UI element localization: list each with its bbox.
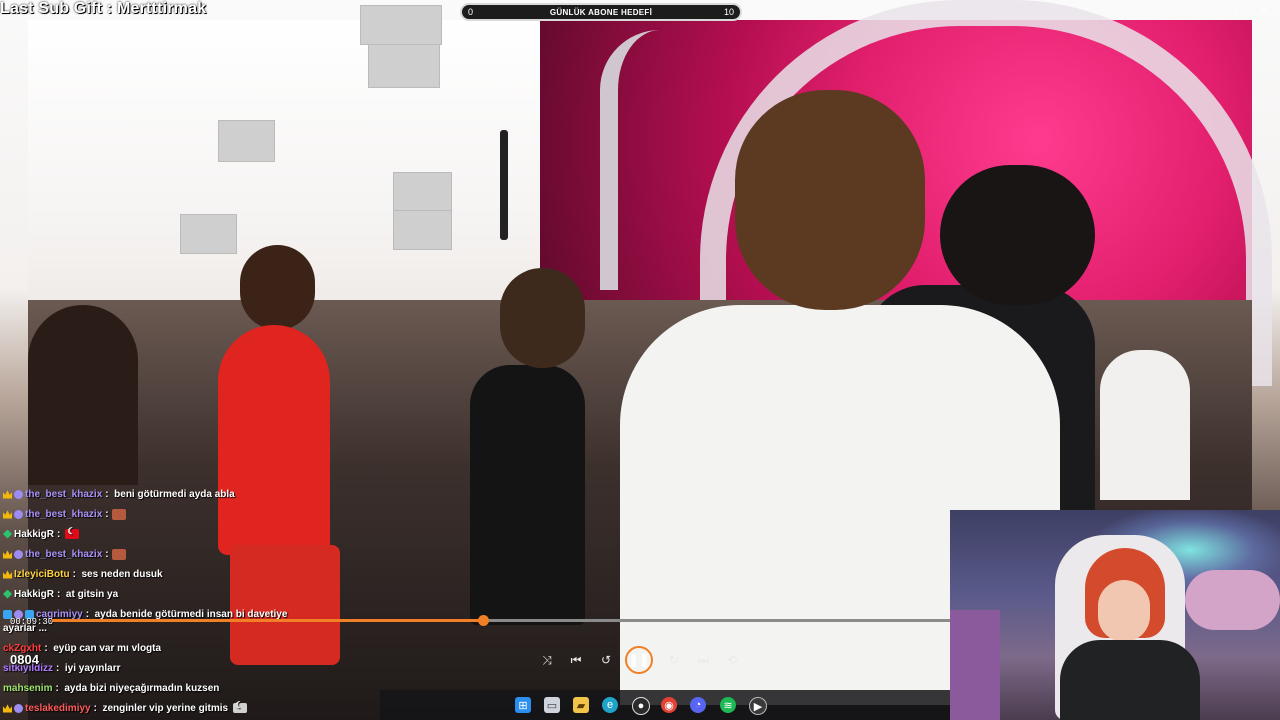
- moon-badge-icon: [14, 509, 23, 519]
- pause-icon: ❚❚: [628, 652, 650, 667]
- pause-button[interactable]: ❚❚: [625, 646, 653, 674]
- chat-message: the_best_khazix:: [3, 546, 126, 562]
- rewind-button[interactable]: ↺: [594, 648, 618, 672]
- chat-text: ayda benide götürmedi insan bi davetiye: [94, 608, 288, 620]
- spotify-icon[interactable]: ≋: [720, 697, 736, 713]
- chat-overlay: the_best_khazix: beni götürmedi ayda abl…: [0, 472, 360, 720]
- chat-username[interactable]: IzleyiciBotu: [14, 569, 70, 580]
- streamer-face: [1098, 580, 1150, 642]
- obs-icon[interactable]: ●: [632, 697, 650, 715]
- blurred-region: [393, 172, 452, 212]
- speaker-pole: [500, 130, 508, 240]
- gem-badge-icon: [3, 589, 12, 599]
- person: [735, 90, 925, 310]
- crown-badge-icon: [3, 510, 12, 519]
- chat-username[interactable]: the_best_khazix: [25, 509, 102, 520]
- person: [500, 268, 585, 368]
- chat-text: eyüp can var mı vlogta: [53, 642, 162, 654]
- windows-start-icon[interactable]: ⊞: [515, 697, 531, 713]
- chat-text: zenginler vip yerine gitmis: [102, 702, 229, 714]
- chrome-icon[interactable]: ◉: [661, 697, 677, 713]
- close-button[interactable]: ✕: [1248, 0, 1280, 20]
- elapsed-time: 00:09:30: [10, 617, 54, 627]
- blurred-region: [180, 214, 237, 254]
- plush-toys: [1185, 570, 1280, 630]
- chat-message: the_best_khazix:: [3, 506, 126, 522]
- chat-username[interactable]: HakkigR: [14, 589, 54, 600]
- chat-text: iyi yayınlarr: [64, 662, 121, 674]
- seek-thumb[interactable]: [478, 615, 490, 626]
- streamer-body: [1060, 640, 1200, 720]
- forward-30-icon: ↻: [668, 653, 680, 667]
- shuffle-button[interactable]: ⤨: [535, 648, 559, 672]
- chat-message: IzleyiciBotu: ses neden dusuk: [3, 566, 163, 582]
- media-player-icon[interactable]: ▶: [749, 697, 767, 715]
- person: [28, 305, 138, 485]
- chat-text: beni götürmedi ayda abla: [114, 488, 235, 500]
- chat-username[interactable]: the_best_khazix: [25, 549, 102, 560]
- next-icon: ⏭: [697, 652, 709, 667]
- shuffle-icon: ⤨: [542, 652, 552, 667]
- chat-username[interactable]: teslakedimiyy: [25, 703, 91, 714]
- sub-goal-bar: 0 GÜNLÜK ABONE HEDEFİ 10: [460, 3, 742, 21]
- crown-badge-icon: [3, 704, 12, 713]
- next-button[interactable]: ⏭: [691, 648, 715, 672]
- chat-text: at gitsin ya: [65, 588, 119, 600]
- last-sub-gift-title: Last Sub Gift : Mertttirmak: [0, 0, 207, 17]
- flag-icon: [233, 700, 248, 713]
- chat-message: teslakedimiyy: zenginler vip yerine gitm…: [3, 700, 248, 716]
- emote-icon: [111, 508, 126, 520]
- chat-text: ses neden dusuk: [81, 568, 163, 580]
- gem-badge-icon: [3, 529, 12, 539]
- emote-icon: [111, 548, 126, 560]
- sub-goal-target: 10: [723, 7, 734, 17]
- seek-bar[interactable]: [52, 615, 950, 626]
- chat-message: mahsenim: ayda bizi niyeçağırmadın kuzse…: [3, 682, 220, 694]
- moon-badge-icon: [14, 549, 23, 559]
- crown-badge-icon: [3, 570, 12, 579]
- file-explorer-icon[interactable]: ▰: [573, 697, 589, 713]
- person: [240, 245, 315, 330]
- task-view-icon[interactable]: ▭: [544, 697, 560, 713]
- blurred-region: [368, 44, 440, 88]
- sub-goal-current: 0: [468, 7, 474, 17]
- blurred-region: [393, 210, 452, 250]
- moon-badge-icon: [14, 703, 23, 713]
- previous-button[interactable]: ⏮: [564, 648, 588, 672]
- clock-readout: 0804: [10, 652, 39, 667]
- window-controls: — ❐ ✕: [1184, 0, 1280, 20]
- chat-username[interactable]: HakkigR: [14, 529, 54, 540]
- discord-icon[interactable]: ◔: [690, 697, 706, 713]
- blurred-region: [360, 5, 442, 45]
- person: [1100, 350, 1190, 500]
- previous-icon: ⏮: [570, 652, 582, 667]
- edge-icon[interactable]: e: [602, 697, 618, 713]
- chat-message: HakkigR: at gitsin ya: [3, 586, 118, 602]
- chat-username[interactable]: mahsenim: [3, 683, 52, 694]
- forward-button[interactable]: ↻: [662, 648, 686, 672]
- person-black-shirt: [470, 365, 585, 625]
- stage-arch-left: [600, 30, 738, 290]
- moon-badge-icon: [14, 489, 23, 499]
- repeat-off-icon: ⟲: [726, 653, 738, 667]
- chat-message: the_best_khazix: beni götürmedi ayda abl…: [3, 486, 235, 502]
- blurred-region: [218, 120, 275, 162]
- person: [940, 165, 1095, 305]
- chat-username[interactable]: the_best_khazix: [25, 489, 102, 500]
- maximize-button[interactable]: ❐: [1216, 0, 1248, 20]
- crown-badge-icon: [3, 490, 12, 499]
- chat-message: HakkigR:: [3, 526, 80, 542]
- repeat-button[interactable]: ⟲: [720, 648, 744, 672]
- seek-bar-fill: [52, 619, 484, 622]
- sub-goal-label: GÜNLÜK ABONE HEDEFİ: [549, 7, 653, 17]
- shelf: [950, 610, 1000, 720]
- turkish-flag-icon: [65, 526, 80, 539]
- minimize-button[interactable]: —: [1184, 0, 1216, 20]
- rewind-10-icon: ↺: [600, 653, 612, 667]
- crown-badge-icon: [3, 550, 12, 559]
- chat-text: ayda bizi niyeçağırmadın kuzsen: [64, 682, 220, 694]
